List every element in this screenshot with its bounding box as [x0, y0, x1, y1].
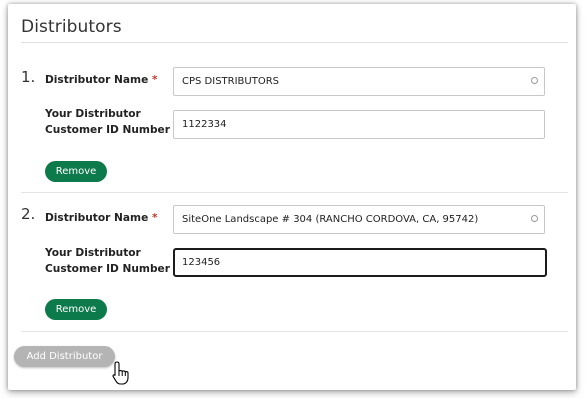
distributor-name-label-1: Distributor Name * [45, 74, 158, 86]
customer-id-value-2: 123456 [182, 257, 221, 268]
customer-id-input-2[interactable]: 123456 [173, 248, 547, 277]
required-marker: * [151, 74, 158, 86]
title-divider [21, 42, 568, 43]
customer-id-label-2: Your Distributor Customer ID Number * [45, 245, 179, 277]
distributor-name-value-2: SiteOne Landscape # 304 (RANCHO CORDOVA,… [182, 214, 479, 225]
remove-button-1[interactable]: Remove [45, 161, 107, 182]
section-title: Distributors [21, 17, 122, 37]
distributors-panel: Distributors 1. Distributor Name * CPS D… [8, 4, 576, 390]
hand-pointer-icon [112, 361, 129, 385]
add-distributor-button[interactable]: Add Distributor [14, 346, 115, 367]
customer-id-input-1[interactable]: 1122334 [173, 110, 545, 139]
distributor-name-value-1: CPS DISTRIBUTORS [182, 76, 279, 87]
distributor-name-select-1[interactable]: CPS DISTRIBUTORS [173, 67, 545, 96]
remove-button-2[interactable]: Remove [45, 299, 107, 320]
row-divider [21, 331, 568, 332]
customer-id-label-1: Your Distributor Customer ID Number * [45, 106, 179, 138]
customer-id-value-1: 1122334 [182, 119, 227, 130]
distributor-number-1: 1. [21, 68, 36, 86]
distributor-number-2: 2. [21, 205, 36, 223]
distributor-name-label-2: Distributor Name * [45, 212, 158, 224]
distributor-name-select-2[interactable]: SiteOne Landscape # 304 (RANCHO CORDOVA,… [173, 205, 545, 234]
required-marker: * [151, 212, 158, 224]
circle-icon [531, 77, 538, 84]
row-divider [21, 192, 568, 193]
circle-icon [531, 215, 538, 222]
